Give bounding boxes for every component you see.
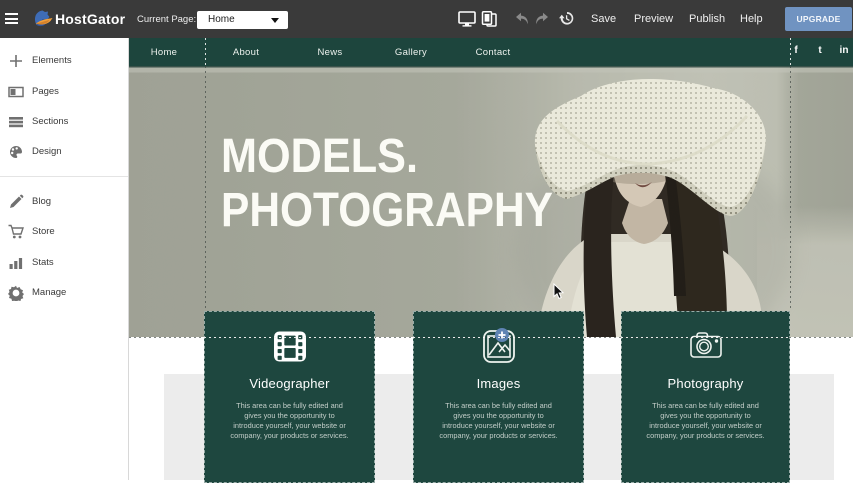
svg-text:MODELS.: MODELS.	[221, 130, 418, 183]
svg-text:PHOTOGRAPHY: PHOTOGRAPHY	[221, 184, 553, 237]
